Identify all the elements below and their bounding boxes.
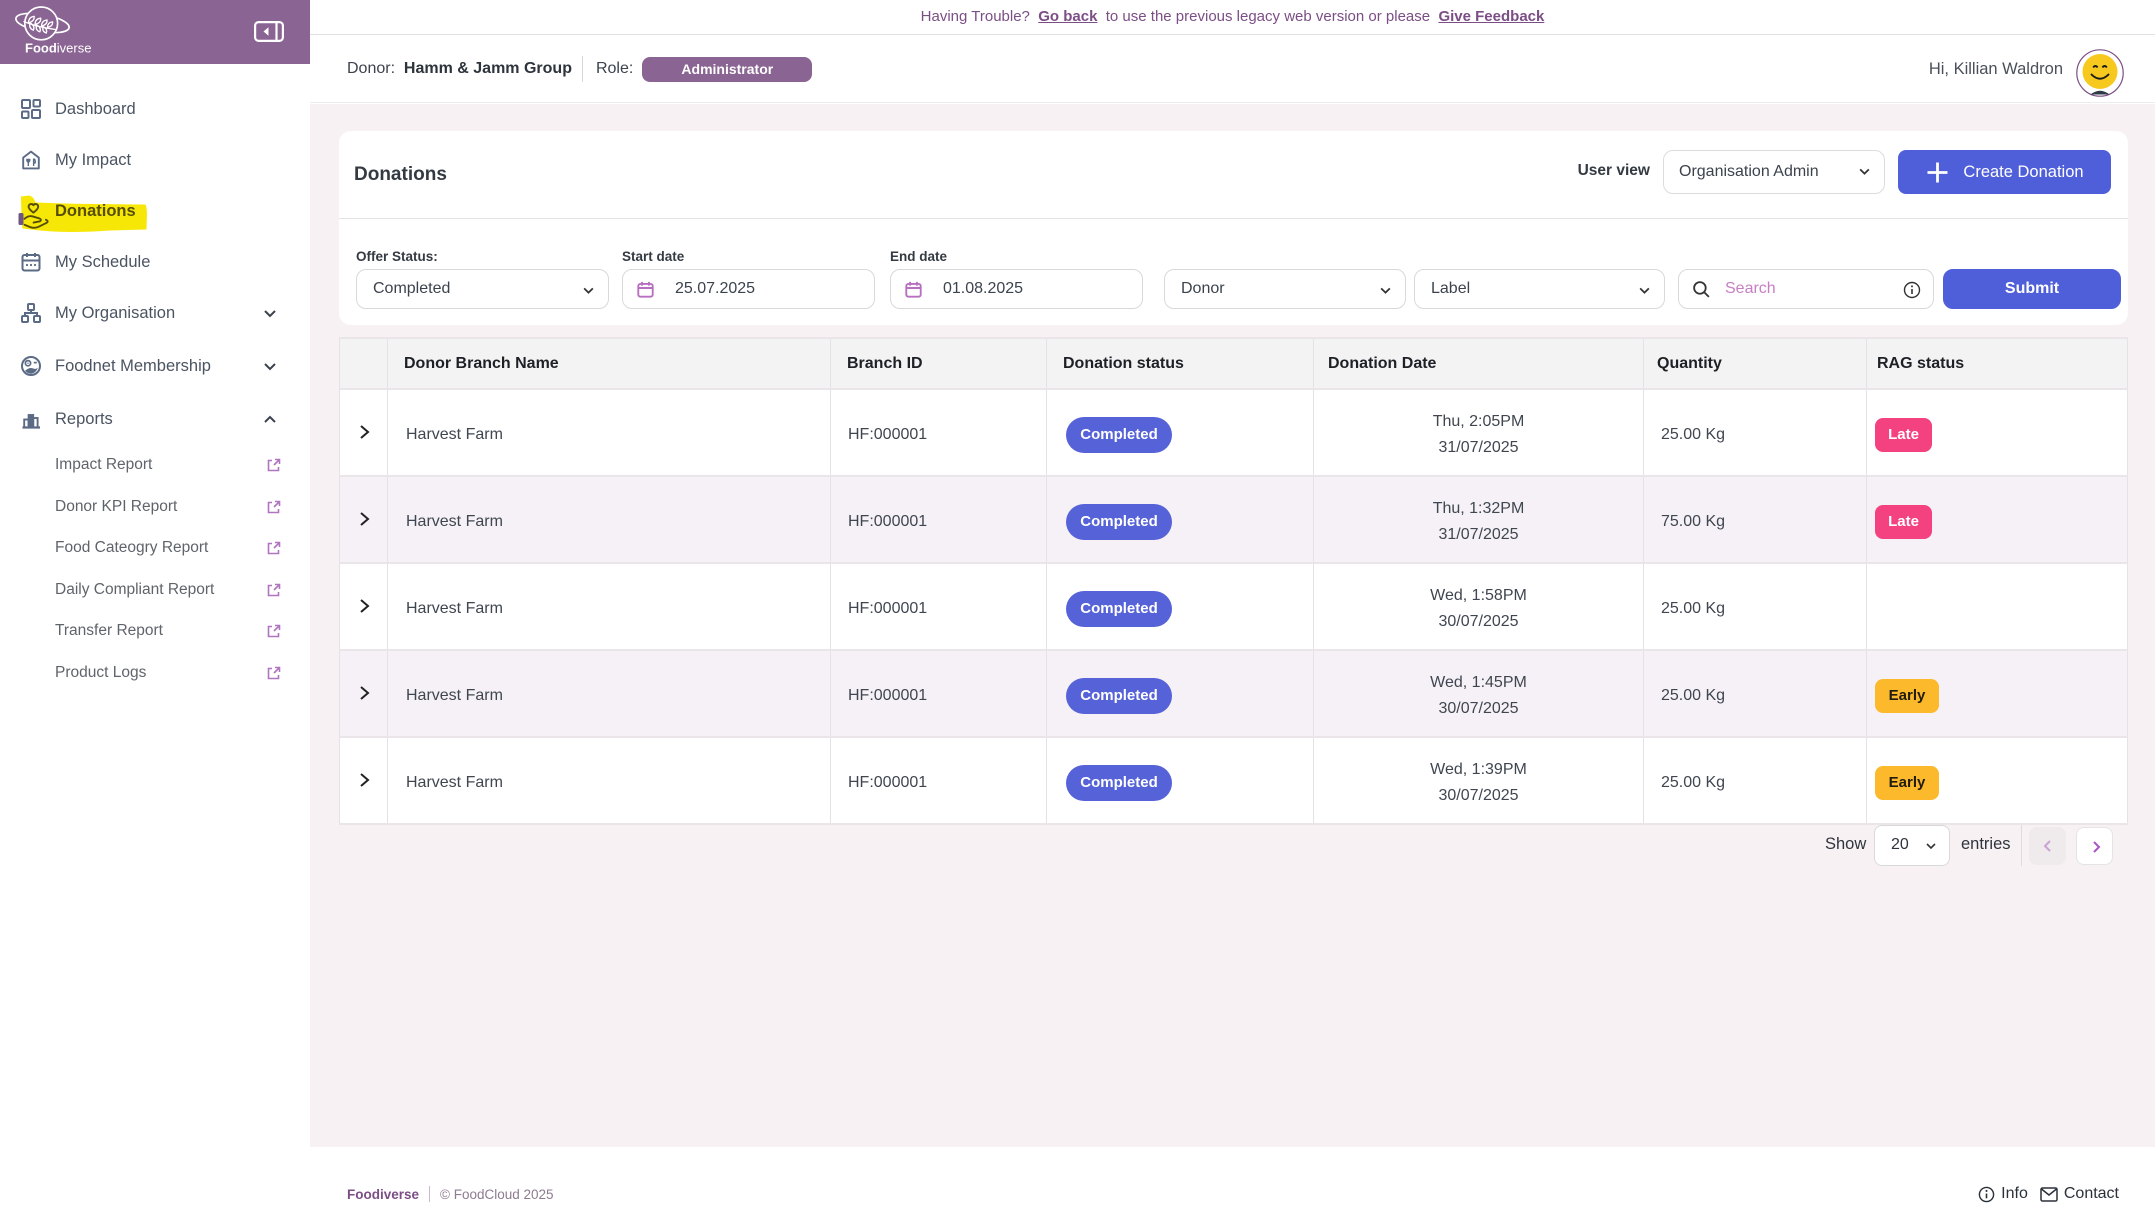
svg-text:Foodiverse: Foodiverse (25, 41, 91, 56)
